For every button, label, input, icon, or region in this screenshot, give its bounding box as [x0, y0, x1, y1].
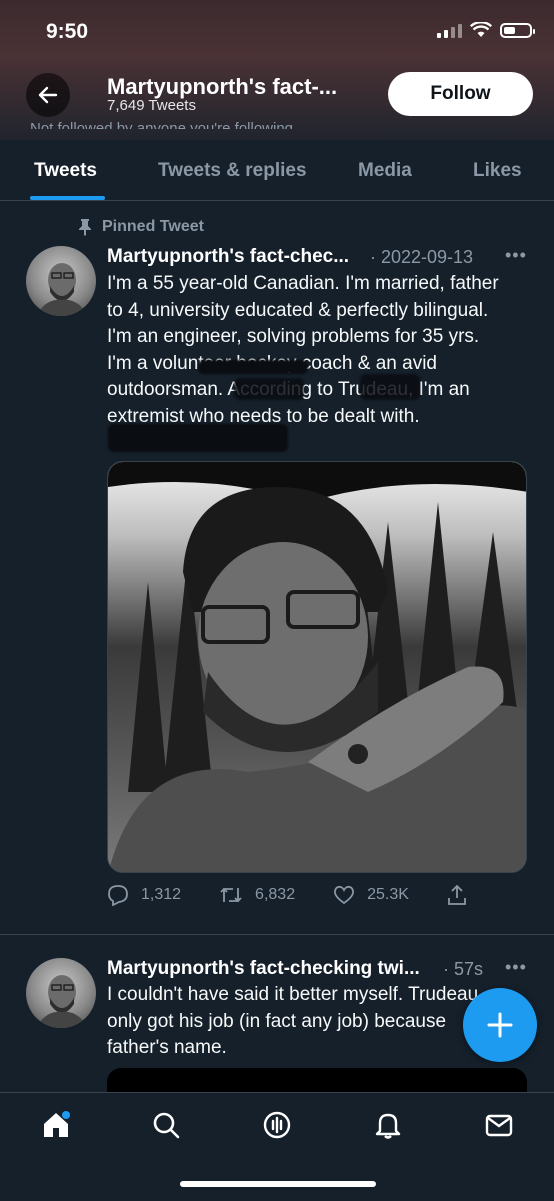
tweet-count: 7,649 Tweets — [107, 97, 196, 114]
spaces-icon[interactable] — [261, 1109, 293, 1141]
search-icon[interactable] — [150, 1109, 182, 1141]
pin-icon — [79, 219, 91, 236]
redaction-mark — [108, 424, 288, 452]
tweet-divider — [0, 934, 554, 935]
messages-icon[interactable] — [483, 1109, 515, 1141]
share-icon — [448, 884, 466, 905]
tweet-date[interactable]: · 57s — [443, 959, 483, 980]
reply-button[interactable]: 1,312 — [107, 884, 181, 906]
wifi-icon — [470, 22, 492, 37]
avatar-photo — [36, 263, 88, 316]
tab-tweets[interactable]: Tweets — [34, 160, 97, 182]
tweet-line: I'm an engineer, solving problems for 35… — [107, 326, 480, 347]
tweet-line: to 4, university educated & perfectly bi… — [107, 299, 489, 321]
tweet-text: I'm a 55 year-old Canadian. I'm married,… — [107, 271, 537, 430]
arrow-left-icon — [38, 86, 58, 104]
compose-button[interactable] — [463, 988, 537, 1062]
retweet-count: 6,832 — [255, 886, 296, 903]
retweet-button[interactable]: 6,832 — [219, 884, 295, 906]
avatar-photo — [36, 975, 88, 1028]
tweet-author[interactable]: Martyupnorth's fact-chec... — [107, 246, 349, 268]
tweet-actions: 1,312 6,832 25.3K — [107, 884, 467, 906]
tweet-author[interactable]: Martyupnorth's fact-checking twi... — [107, 958, 420, 980]
profile-tabs: Tweets Tweets & replies Media Likes — [0, 150, 554, 201]
reply-icon — [108, 885, 128, 906]
avatar[interactable] — [26, 246, 96, 316]
heart-icon — [334, 885, 355, 905]
more-dots-icon[interactable]: ••• — [505, 245, 527, 266]
tab-media[interactable]: Media — [358, 160, 412, 182]
redaction-mark — [234, 378, 304, 400]
active-tab-indicator — [30, 196, 105, 200]
tweet-line: I'm a volunteer hockey coach & an avid — [107, 352, 437, 374]
home-indicator — [180, 1181, 376, 1187]
reply-count: 1,312 — [141, 886, 182, 903]
redaction-mark — [360, 374, 420, 400]
followers-note: Not followed by anyone you're following — [30, 120, 294, 129]
like-count: 25.3K — [367, 886, 409, 903]
status-icons — [437, 22, 535, 38]
like-button[interactable]: 25.3K — [333, 884, 409, 906]
pinned-label: Pinned Tweet — [102, 218, 204, 235]
photo-illustration — [108, 462, 526, 872]
tweet-photo[interactable] — [107, 461, 527, 873]
back-button[interactable] — [26, 73, 70, 117]
tab-tweets-replies[interactable]: Tweets & replies — [158, 160, 307, 182]
tweet-line: I'm a 55 year-old Canadian. I'm married,… — [107, 273, 499, 294]
retweet-icon — [220, 887, 242, 903]
avatar[interactable] — [26, 958, 96, 1028]
plus-icon — [487, 1012, 513, 1038]
more-dots-icon[interactable]: ••• — [505, 957, 527, 978]
tweet-date[interactable]: · 2022-09-13 — [370, 247, 473, 268]
home-icon[interactable] — [40, 1109, 72, 1141]
share-button[interactable] — [447, 884, 467, 906]
battery-icon — [500, 22, 535, 38]
tweet-line: outdoorsman. According to Trudeau, I'm a… — [107, 379, 470, 400]
notifications-icon[interactable] — [372, 1109, 404, 1141]
signal-icon — [437, 22, 462, 38]
status-time: 9:50 — [46, 20, 89, 43]
redaction-mark — [198, 360, 308, 374]
follow-button[interactable]: Follow — [388, 72, 533, 116]
tab-likes[interactable]: Likes — [473, 160, 522, 182]
pinned-indicator: Pinned Tweet — [78, 218, 204, 236]
